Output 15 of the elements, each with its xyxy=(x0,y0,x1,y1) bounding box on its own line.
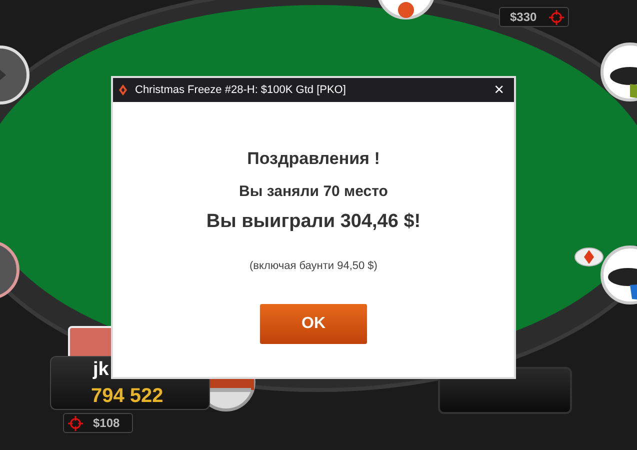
bounty-note: (включая баунти 94,50 $) xyxy=(250,260,378,272)
crosshair-icon xyxy=(68,416,83,430)
chip-count: 794 522 xyxy=(91,384,164,409)
diamond-logo-icon xyxy=(119,84,127,96)
dealer-button-icon xyxy=(574,247,604,267)
player-name: jk xyxy=(93,358,109,382)
stack-amount: $330 xyxy=(510,10,537,24)
place-text: Вы заняли 70 место xyxy=(239,183,388,200)
congrats-heading: Поздравления ! xyxy=(247,149,380,169)
dialog-title: Christmas Freeze #28-H: $100K Gtd [PKO] xyxy=(135,84,347,96)
crosshair-icon xyxy=(549,10,564,24)
bounty-amount: $108 xyxy=(93,416,120,430)
prize-text: Вы выиграли 304,46 $! xyxy=(206,211,421,233)
close-button[interactable]: × xyxy=(490,81,508,99)
ok-button[interactable]: OK xyxy=(260,304,367,344)
